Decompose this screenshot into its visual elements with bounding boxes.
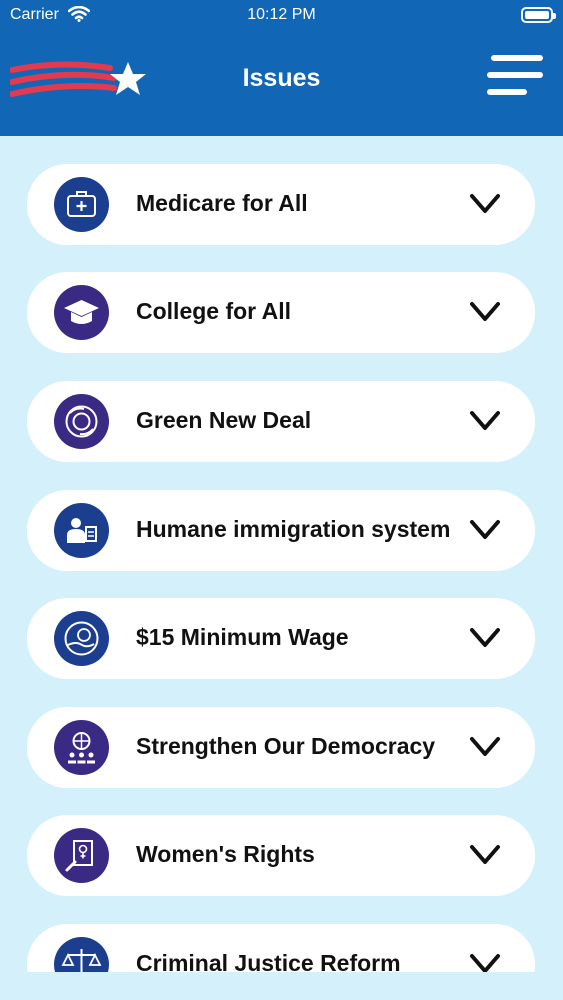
issue-label: College for All <box>136 298 292 324</box>
hamburger-menu-icon[interactable] <box>487 55 543 97</box>
issues-list: Medicare for All College for All Green N… <box>0 136 563 972</box>
chevron-down-icon[interactable] <box>469 298 501 326</box>
issue-item-green-new-deal[interactable]: Green New Deal <box>27 381 535 462</box>
scales-of-justice-icon <box>54 937 109 972</box>
graduation-cap-icon <box>54 285 109 340</box>
page-title: Issues <box>242 64 321 92</box>
womens-rights-icon <box>54 828 109 883</box>
issue-label: $15 Minimum Wage <box>136 624 349 650</box>
issue-item-criminal-justice-reform[interactable]: Criminal Justice Reform <box>27 924 535 972</box>
issue-item-college-for-all[interactable]: College for All <box>27 272 535 353</box>
issue-label: Criminal Justice Reform <box>136 950 401 972</box>
issue-item-humane-immigration-system[interactable]: Humane immigration system <box>27 490 535 571</box>
issue-item-15-minimum-wage[interactable]: $15 Minimum Wage <box>27 598 535 679</box>
chevron-down-icon[interactable] <box>469 190 501 218</box>
status-time: 10:12 PM <box>247 6 316 23</box>
money-hand-icon <box>54 611 109 666</box>
issue-label: Humane immigration system <box>136 516 451 542</box>
chevron-down-icon[interactable] <box>469 407 501 435</box>
chevron-down-icon[interactable] <box>469 841 501 869</box>
chevron-down-icon[interactable] <box>469 950 501 972</box>
issue-label: Green New Deal <box>136 407 312 433</box>
chevron-down-icon[interactable] <box>469 624 501 652</box>
issue-label: Women's Rights <box>136 841 315 867</box>
democracy-people-icon <box>54 720 109 775</box>
immigration-officer-icon <box>54 503 109 558</box>
issue-item-medicare-for-all[interactable]: Medicare for All <box>27 164 535 245</box>
issue-label: Medicare for All <box>136 190 308 216</box>
medical-kit-icon <box>54 177 109 232</box>
status-bar: Carrier 10:12 PM <box>0 0 563 30</box>
issue-label: Strengthen Our Democracy <box>136 733 436 759</box>
issue-item-womens-rights[interactable]: Women's Rights <box>27 815 535 896</box>
battery-icon <box>521 7 556 23</box>
issue-item-strengthen-our-democracy[interactable]: Strengthen Our Democracy <box>27 707 535 788</box>
chevron-down-icon[interactable] <box>469 733 501 761</box>
earth-icon <box>54 394 109 449</box>
app-header: Carrier 10:12 PM Issues <box>0 0 563 136</box>
chevron-down-icon[interactable] <box>469 516 501 544</box>
